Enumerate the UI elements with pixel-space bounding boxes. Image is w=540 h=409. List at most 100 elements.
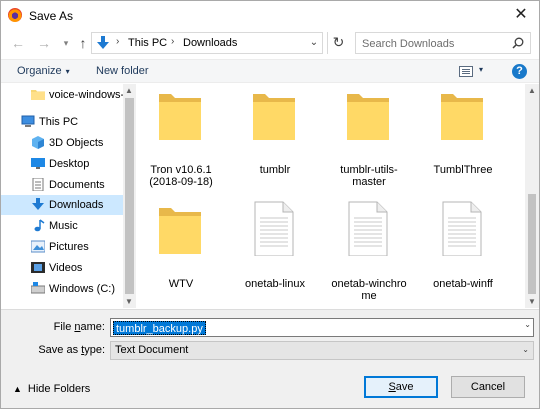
sidebar-item-label: Documents — [49, 179, 105, 191]
refresh-icon[interactable]: ↻ — [327, 32, 349, 54]
file-item[interactable]: onetab-winff — [419, 200, 507, 300]
file-name-label: File name: — [54, 321, 105, 333]
file-item[interactable]: tumblr-utils-master — [325, 86, 413, 188]
address-bar[interactable]: › This PC › Downloads — [91, 32, 323, 54]
chevron-down-icon: ▾ — [65, 67, 70, 76]
file-item-label: Tron v10.6.1 (2018-09-18) — [149, 164, 213, 188]
chevron-up-icon: ▲ — [13, 384, 22, 394]
file-name-value[interactable]: tumblr_backup.py — [113, 321, 206, 335]
pictures-icon — [31, 240, 45, 253]
hide-folders-button[interactable]: ▲ Hide Folders — [13, 383, 90, 395]
sidebar-item-voice-windows[interactable]: voice-windows- — [1, 85, 123, 105]
file-item-label: WTV — [168, 278, 194, 290]
breadcrumb-separator: › — [171, 36, 175, 47]
save-as-dialog: Save As ✕ ← → ▾ ↑ › This PC › Downloads … — [0, 0, 540, 409]
sidebar-item-label: Music — [49, 220, 78, 232]
sidebar-item-downloads[interactable]: Downloads — [1, 195, 123, 215]
music-icon — [34, 219, 45, 232]
chevron-down-icon[interactable]: ⌄ — [522, 345, 529, 354]
save-as-type-label: Save as type: — [38, 344, 105, 356]
sidebar-item-this-pc[interactable]: This PC — [1, 112, 123, 132]
cube-icon — [32, 136, 44, 149]
videos-icon — [31, 262, 45, 273]
back-arrow-icon[interactable]: ← — [10, 35, 26, 51]
sidebar-item-label: Videos — [49, 262, 83, 274]
sidebar-item-windows-c[interactable]: Windows (C:) — [1, 279, 123, 299]
folder-icon — [347, 94, 389, 140]
label-text: ype: — [84, 344, 105, 356]
sidebar-item-desktop[interactable]: Desktop — [1, 154, 123, 174]
address-dropdown-icon[interactable]: ⌄ — [305, 32, 323, 54]
computer-icon — [21, 115, 35, 127]
up-arrow-icon[interactable]: ↑ — [75, 35, 91, 51]
file-list-scrollbar[interactable]: ▲ ▼ — [525, 84, 539, 308]
file-item-label: TumblThree — [433, 164, 493, 176]
desktop-icon — [31, 158, 45, 169]
command-bar: Organize ▾ New folder ▾ ? — [1, 59, 539, 83]
view-dropdown-icon[interactable]: ▾ — [479, 65, 483, 74]
text-file-icon — [254, 201, 294, 256]
new-folder-button[interactable]: New folder — [96, 65, 149, 77]
file-item-label: onetab-winff — [433, 278, 493, 290]
breadcrumb-downloads[interactable]: Downloads — [183, 37, 237, 49]
scroll-down-icon[interactable]: ▼ — [528, 297, 536, 306]
save-as-type-select[interactable]: Text Document ⌄ — [110, 341, 534, 360]
file-item-label: onetab-winchro me — [331, 278, 407, 302]
file-list: Tron v10.6.1 (2018-09-18) tumblr tumblr-… — [137, 84, 525, 308]
recent-locations-icon[interactable]: ▾ — [58, 35, 74, 51]
firefox-icon — [8, 8, 22, 22]
folder-icon — [159, 94, 201, 140]
file-name-input[interactable]: tumblr_backup.py ⌄ — [110, 318, 534, 337]
sidebar-item-3d-objects[interactable]: 3D Objects — [1, 133, 123, 153]
file-item[interactable]: tumblr — [231, 86, 319, 186]
organize-label: Organize — [17, 65, 62, 77]
sidebar-item-documents[interactable]: Documents — [1, 175, 123, 195]
folder-icon — [253, 94, 295, 140]
breadcrumb-separator: › — [116, 36, 120, 47]
sidebar-item-label: This PC — [39, 116, 79, 128]
sidebar-item-label: Pictures — [49, 241, 89, 253]
sidebar-item-videos[interactable]: Videos — [1, 258, 123, 278]
folder-icon — [441, 94, 483, 140]
search-box[interactable] — [355, 32, 531, 54]
cancel-button[interactable]: Cancel — [451, 376, 525, 398]
search-input[interactable] — [362, 36, 502, 51]
button-accelerator: S — [388, 381, 396, 393]
scroll-up-icon[interactable]: ▲ — [125, 86, 133, 95]
forward-arrow-icon[interactable]: → — [36, 35, 52, 51]
file-item-label: tumblr — [259, 164, 291, 176]
window-title: Save As — [29, 9, 74, 23]
title-bar: Save As ✕ — [1, 1, 539, 29]
breadcrumb-this-pc[interactable]: This PC — [128, 37, 167, 49]
close-button[interactable]: ✕ — [503, 1, 539, 29]
documents-icon — [32, 178, 44, 191]
file-item[interactable]: onetab-linux — [231, 200, 319, 300]
search-icon[interactable] — [512, 37, 524, 49]
scroll-up-icon[interactable]: ▲ — [528, 86, 536, 95]
scrollbar-thumb[interactable] — [528, 194, 536, 294]
downloads-location-icon — [97, 36, 109, 49]
organize-button[interactable]: Organize ▾ — [17, 65, 70, 77]
file-item[interactable]: Tron v10.6.1 (2018-09-18) — [137, 86, 225, 188]
sidebar-item-pictures[interactable]: Pictures — [1, 237, 123, 257]
sidebar-item-label: Windows (C:) — [49, 283, 116, 295]
scrollbar-thumb[interactable] — [125, 98, 134, 294]
file-item[interactable]: onetab-winchro me — [325, 200, 413, 302]
sidebar-item-label: 3D Objects — [49, 137, 104, 149]
help-icon[interactable]: ? — [512, 64, 527, 79]
chevron-down-icon[interactable]: ⌄ — [524, 320, 531, 329]
file-item[interactable]: WTV — [137, 200, 225, 300]
label-text: File — [53, 321, 75, 333]
sidebar-item-music[interactable]: Music — [1, 216, 123, 236]
navigation-pane-scrollbar[interactable]: ▲ ▼ — [123, 84, 136, 308]
file-item[interactable]: TumblThree — [419, 86, 507, 186]
drive-icon — [31, 282, 45, 294]
sidebar-item-label: Downloads — [49, 199, 104, 211]
view-options-icon[interactable] — [459, 66, 473, 77]
file-item-label: tumblr-utils-master — [340, 164, 398, 188]
save-button[interactable]: Save — [364, 376, 438, 398]
scroll-down-icon[interactable]: ▼ — [125, 297, 133, 306]
text-file-icon — [348, 201, 388, 256]
folder-icon — [31, 90, 45, 100]
hide-folders-label: Hide Folders — [27, 383, 91, 395]
